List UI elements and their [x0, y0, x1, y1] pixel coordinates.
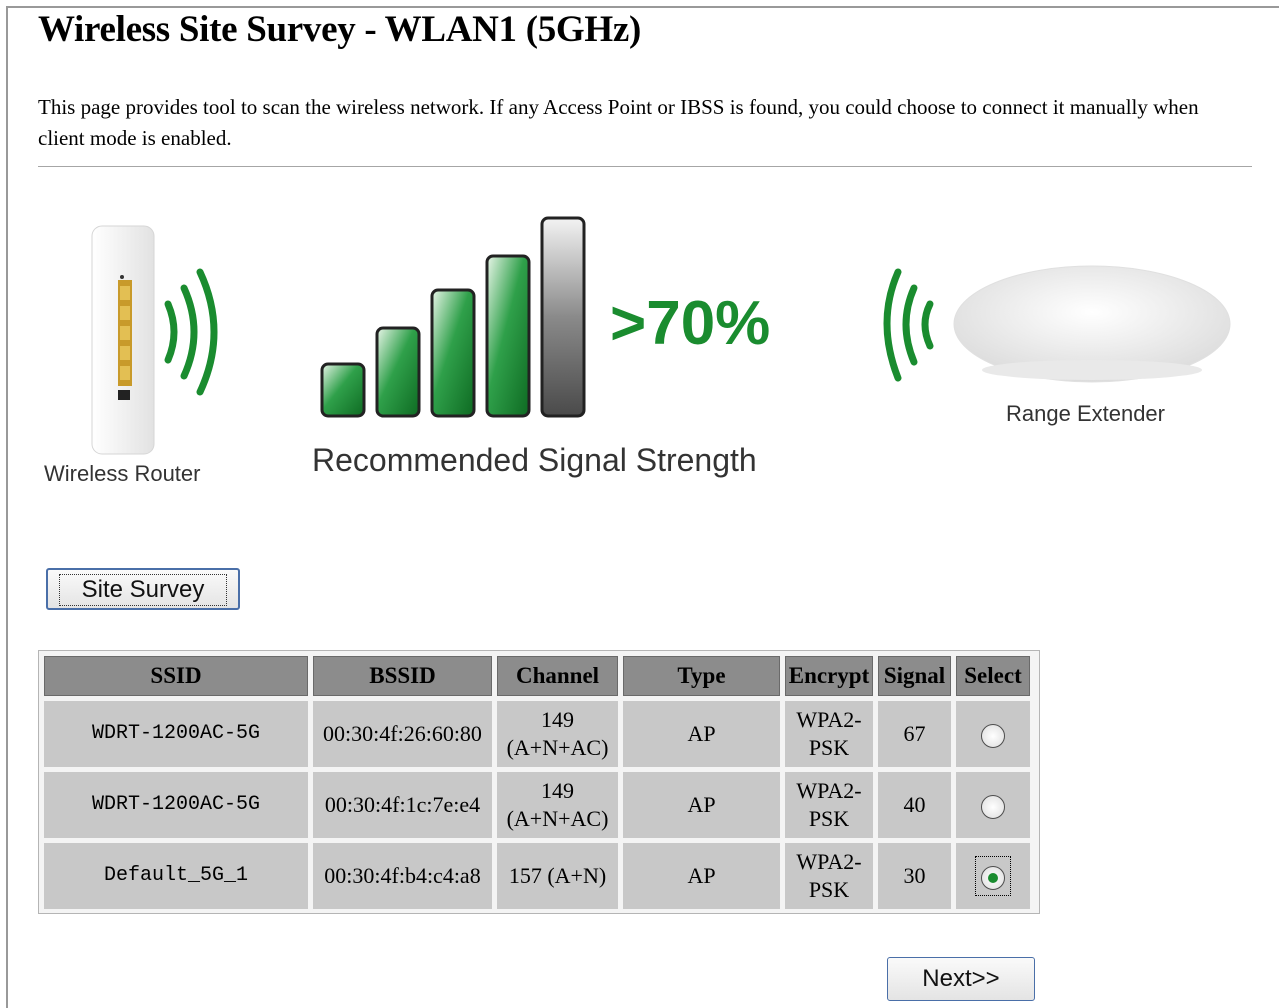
- cell-ssid: WDRT-1200AC-5G: [44, 701, 308, 767]
- cell-signal: 40: [878, 772, 951, 838]
- channel-line1: 149: [541, 707, 574, 732]
- table-row: Default_5G_1 00:30:4f:b4:c4:a8 157 (A+N)…: [44, 843, 1030, 909]
- cell-encrypt: WPA2- PSK: [785, 843, 873, 909]
- channel-line2: (A+N+AC): [506, 735, 609, 760]
- cell-ssid: Default_5G_1: [44, 843, 308, 909]
- range-extender-icon: [883, 265, 1231, 383]
- encrypt-line2: PSK: [808, 806, 850, 831]
- survey-table: SSID BSSID Channel Type Encrypt Signal S…: [39, 651, 1035, 914]
- select-radio[interactable]: [981, 794, 1005, 819]
- cell-signal: 30: [878, 843, 951, 909]
- cell-ssid: WDRT-1200AC-5G: [44, 772, 308, 838]
- page-description: This page provides tool to scan the wire…: [38, 95, 1199, 150]
- table-row: WDRT-1200AC-5G 00:30:4f:1c:7e:e4 149 (A+N…: [44, 772, 1030, 838]
- wireless-router-icon: [91, 225, 218, 455]
- header-bssid: BSSID: [313, 656, 492, 696]
- next-button[interactable]: Next>>: [887, 957, 1035, 1001]
- site-survey-button[interactable]: Site Survey: [46, 568, 240, 610]
- encrypt-line1: WPA2-: [796, 707, 862, 732]
- radio-focus-ring: [975, 856, 1011, 896]
- cell-select: [956, 772, 1030, 838]
- cell-channel: 157 (A+N): [497, 843, 618, 909]
- cell-bssid: 00:30:4f:b4:c4:a8: [313, 843, 492, 909]
- channel-line2: (A+N+AC): [506, 806, 609, 831]
- table-row: WDRT-1200AC-5G 00:30:4f:26:60:80 149 (A+N…: [44, 701, 1030, 767]
- select-radio-selected[interactable]: [981, 865, 1005, 890]
- cell-type: AP: [623, 701, 780, 767]
- encrypt-line1: WPA2-: [796, 778, 862, 803]
- header-signal: Signal: [878, 656, 951, 696]
- signal-caption: Recommended Signal Strength: [312, 442, 757, 478]
- cell-type: AP: [623, 772, 780, 838]
- site-survey-button-label: Site Survey: [58, 574, 228, 606]
- header-encrypt: Encrypt: [785, 656, 873, 696]
- header-ssid: SSID: [44, 656, 308, 696]
- divider: [38, 166, 1252, 167]
- page-title: Wireless Site Survey - WLAN1 (5GHz): [38, 9, 642, 50]
- cell-select: [956, 701, 1030, 767]
- encrypt-line1: WPA2-: [796, 849, 862, 874]
- cell-channel: 149 (A+N+AC): [497, 701, 618, 767]
- channel-line1: 149: [541, 778, 574, 803]
- cell-select: [956, 843, 1030, 909]
- header-channel: Channel: [497, 656, 618, 696]
- cell-signal: 67: [878, 701, 951, 767]
- select-radio[interactable]: [981, 723, 1005, 748]
- router-label: Wireless Router: [44, 461, 201, 486]
- cell-encrypt: WPA2- PSK: [785, 701, 873, 767]
- encrypt-line2: PSK: [808, 735, 850, 760]
- header-type: Type: [623, 656, 780, 696]
- extender-label: Range Extender: [1006, 401, 1165, 426]
- signal-percent: >70%: [610, 289, 771, 358]
- cell-bssid: 00:30:4f:1c:7e:e4: [313, 772, 492, 838]
- cell-encrypt: WPA2- PSK: [785, 772, 873, 838]
- signal-strength-bars-icon: [320, 216, 586, 418]
- encrypt-line2: PSK: [808, 877, 850, 902]
- cell-bssid: 00:30:4f:26:60:80: [313, 701, 492, 767]
- header-select: Select: [956, 656, 1030, 696]
- table-header-row: SSID BSSID Channel Type Encrypt Signal S…: [44, 656, 1030, 696]
- channel-line1: 157 (A+N): [508, 863, 607, 888]
- cell-type: AP: [623, 843, 780, 909]
- cell-channel: 149 (A+N+AC): [497, 772, 618, 838]
- survey-table-container: SSID BSSID Channel Type Encrypt Signal S…: [38, 650, 1040, 914]
